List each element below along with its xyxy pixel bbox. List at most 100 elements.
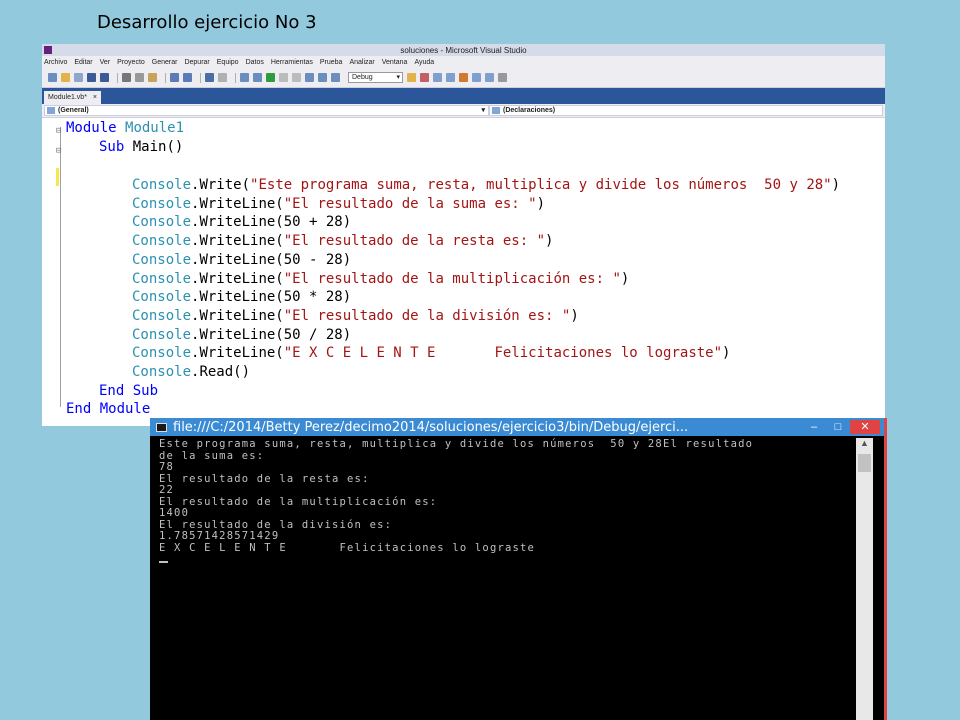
- general-icon: [47, 107, 55, 114]
- console-output[interactable]: Este programa suma, resta, multiplica y …: [150, 436, 884, 720]
- comment-icon[interactable]: [170, 73, 179, 82]
- console-window-title: file:///C:/2014/Betty Perez/decimo2014/s…: [173, 419, 689, 435]
- code-line: End Sub: [99, 382, 159, 399]
- vs-logo-icon: [44, 46, 52, 54]
- slide-title: Desarrollo ejercicio No 3: [97, 12, 317, 33]
- visual-studio-window: soluciones - Microsoft Visual Studio Arc…: [42, 44, 885, 426]
- code-line: Console.WriteLine("El resultado de la su…: [132, 195, 546, 212]
- code-line: Console.WriteLine(50 / 28): [132, 326, 352, 343]
- outline-guide: [60, 127, 61, 407]
- window-controls: – □ ✕: [802, 420, 880, 434]
- declarations-icon: [492, 107, 500, 114]
- solution-configuration-select[interactable]: Debug: [348, 72, 403, 83]
- code-line: Sub Main(): [99, 139, 184, 155]
- step-over-icon[interactable]: [318, 73, 327, 82]
- console-window: file:///C:/2014/Betty Perez/decimo2014/s…: [150, 418, 884, 720]
- console-line: 1400: [159, 507, 190, 519]
- navigate-back-icon[interactable]: [240, 73, 249, 82]
- menu-depurar[interactable]: Depurar: [184, 59, 209, 66]
- maximize-icon[interactable]: □: [826, 420, 850, 434]
- code-line: Console.WriteLine("El resultado de la re…: [132, 233, 554, 250]
- toolbar-separator: [200, 72, 201, 83]
- unsaved-change-marker: [56, 168, 59, 186]
- copy-icon[interactable]: [135, 73, 144, 82]
- menu-ventana[interactable]: Ventana: [382, 59, 408, 66]
- toolbar-separator: [117, 72, 118, 83]
- pause-icon[interactable]: [279, 73, 288, 82]
- step-into-icon[interactable]: [305, 73, 314, 82]
- navigation-bar: (General) ▾ (Declaraciones): [42, 104, 885, 118]
- code-line: Console.WriteLine("El resultado de la mu…: [132, 270, 630, 287]
- step-out-icon[interactable]: [331, 73, 340, 82]
- background-window-edge: [884, 418, 887, 720]
- type-select[interactable]: (General) ▾: [44, 105, 489, 116]
- menu-analizar[interactable]: Analizar: [349, 59, 374, 66]
- save-all-icon[interactable]: [100, 73, 109, 82]
- extension-manager-icon[interactable]: [485, 73, 494, 82]
- start-debug-icon[interactable]: [266, 73, 275, 82]
- toolbar-options-icon[interactable]: [498, 73, 507, 82]
- save-icon[interactable]: [87, 73, 96, 82]
- menu-archivo[interactable]: Archivo: [44, 59, 67, 66]
- add-item-icon[interactable]: [74, 73, 83, 82]
- tab-module1[interactable]: Module1.vb* ×: [44, 91, 102, 104]
- menu-generar[interactable]: Generar: [152, 59, 178, 66]
- code-editor[interactable]: ⊟ ⊟ Module Module1 Sub Main() Console.Wr…: [42, 118, 885, 417]
- vs-menu-bar: Archivo Editar Ver Proyecto Generar Depu…: [42, 56, 885, 68]
- console-line: Este programa suma, resta, multiplica y …: [159, 438, 754, 450]
- code-line: Console.WriteLine(50 + 28): [132, 214, 352, 231]
- navigate-forward-icon[interactable]: [253, 73, 262, 82]
- uncomment-icon[interactable]: [183, 73, 192, 82]
- collapse-icon[interactable]: ⊟: [56, 122, 61, 141]
- member-select[interactable]: (Declaraciones): [489, 105, 883, 116]
- find-in-files-icon[interactable]: [407, 73, 416, 82]
- code-line: Console.Read(): [132, 364, 251, 380]
- text-cursor: [159, 561, 168, 563]
- console-line: El resultado de la resta es:: [159, 472, 370, 485]
- close-icon[interactable]: ×: [93, 94, 97, 101]
- code-line: Console.WriteLine("El resultado de la di…: [132, 307, 579, 324]
- vs-toolbar: Debug: [42, 68, 885, 88]
- minimize-icon[interactable]: –: [802, 420, 826, 434]
- collapse-icon[interactable]: ⊟: [56, 142, 61, 161]
- console-scrollbar[interactable]: ▲: [856, 438, 873, 720]
- object-browser-icon[interactable]: [446, 73, 455, 82]
- document-tab-strip: Module1.vb* ×: [42, 88, 885, 104]
- menu-equipo[interactable]: Equipo: [217, 59, 239, 66]
- member-select-label: (Declaraciones): [503, 107, 556, 114]
- redo-icon[interactable]: [218, 73, 227, 82]
- menu-editar[interactable]: Editar: [74, 59, 92, 66]
- vs-window-title: soluciones - Microsoft Visual Studio: [400, 45, 527, 55]
- close-icon[interactable]: ✕: [850, 420, 880, 434]
- console-line: El resultado de la multiplicación es:: [159, 495, 438, 508]
- stop-icon[interactable]: [292, 73, 301, 82]
- toolbox-icon[interactable]: [459, 73, 468, 82]
- code-line: Console.WriteLine(50 * 28): [132, 289, 352, 306]
- open-file-icon[interactable]: [61, 73, 70, 82]
- code-line: Console.Write("Este programa suma, resta…: [132, 177, 841, 193]
- console-app-icon[interactable]: [156, 422, 167, 432]
- tab-module1-label: Module1.vb*: [48, 94, 87, 101]
- paste-icon[interactable]: [148, 73, 157, 82]
- console-line: E X C E L E N T E Felicitaciones lo logr…: [159, 541, 536, 554]
- menu-datos[interactable]: Datos: [246, 59, 264, 66]
- undo-icon[interactable]: [205, 73, 214, 82]
- solution-explorer-icon[interactable]: [420, 73, 429, 82]
- menu-ver[interactable]: Ver: [100, 59, 111, 66]
- new-project-icon[interactable]: [48, 73, 57, 82]
- type-select-label: (General): [58, 107, 89, 114]
- menu-proyecto[interactable]: Proyecto: [117, 59, 145, 66]
- menu-prueba[interactable]: Prueba: [320, 59, 343, 66]
- scrollbar-thumb[interactable]: [858, 454, 871, 472]
- cut-icon[interactable]: [122, 73, 131, 82]
- code-line: End Module: [66, 401, 151, 418]
- scroll-up-icon[interactable]: ▲: [856, 438, 873, 453]
- start-page-icon[interactable]: [472, 73, 481, 82]
- menu-herramientas[interactable]: Herramientas: [271, 59, 313, 66]
- console-line: 78: [159, 461, 175, 473]
- console-title-bar[interactable]: file:///C:/2014/Betty Perez/decimo2014/s…: [150, 418, 884, 436]
- code-line: Console.WriteLine("E X C E L E N T E Fel…: [132, 345, 731, 362]
- properties-icon[interactable]: [433, 73, 442, 82]
- menu-ayuda[interactable]: Ayuda: [414, 59, 434, 66]
- chevron-down-icon: ▾: [481, 107, 485, 114]
